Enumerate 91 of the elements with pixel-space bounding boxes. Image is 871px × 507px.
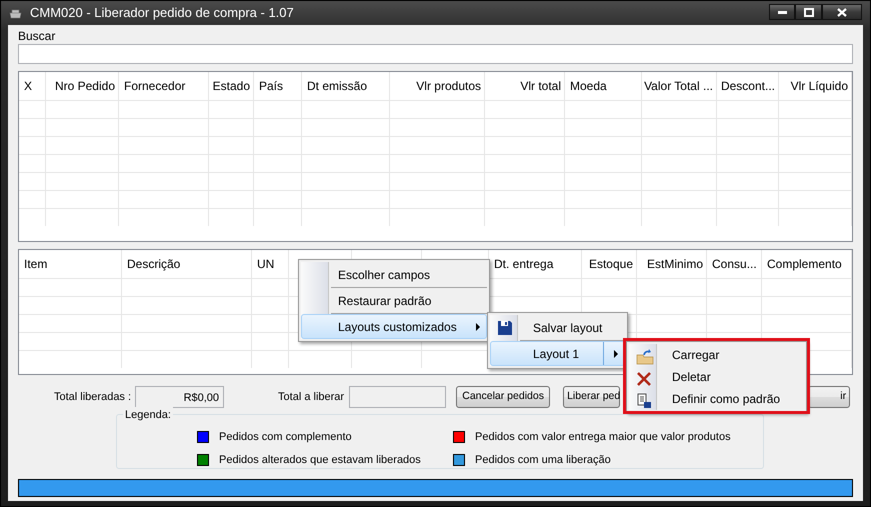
submenu-arrow-icon: [614, 350, 618, 358]
document-icon: [636, 393, 652, 409]
table-cell: [254, 118, 302, 136]
menu-item[interactable]: Restaurar padrão: [301, 288, 487, 313]
legend-label: Pedidos com complemento: [219, 430, 352, 445]
window-title: CMM020 - Liberador pedido de compra - 1.07: [30, 4, 294, 22]
table-cell: [637, 296, 707, 314]
column-header[interactable]: X: [19, 72, 46, 100]
column-header[interactable]: Complemento: [762, 250, 852, 278]
column-header[interactable]: Consu...: [707, 250, 762, 278]
submenu-arrow-icon: [476, 323, 480, 331]
total-released-field: R$0,00: [135, 386, 224, 408]
table-cell: [637, 314, 707, 332]
table-cell: [209, 154, 254, 172]
table-cell: [707, 278, 762, 296]
total-released-label: Total liberadas :: [54, 390, 132, 405]
table-cell: [209, 208, 254, 226]
action-button[interactable]: Liberar ped: [563, 386, 620, 408]
menu-item[interactable]: Layouts customizados: [301, 314, 487, 339]
table-cell: [717, 190, 779, 208]
column-header[interactable]: Dt emissão: [302, 72, 390, 100]
table-cell: [707, 314, 762, 332]
column-header[interactable]: Vlr total: [485, 72, 565, 100]
table-cell: [717, 100, 779, 118]
column-header[interactable]: Descrição: [122, 250, 252, 278]
column-header[interactable]: Vlr Líquido: [779, 72, 852, 100]
legend-title: Legenda:: [123, 407, 173, 424]
maximize-button[interactable]: [795, 4, 822, 20]
table-cell: [252, 332, 289, 350]
table-cell: [209, 136, 254, 154]
menu-item[interactable]: Carregar: [629, 344, 804, 366]
table-cell: [209, 118, 254, 136]
column-header[interactable]: Fornecedor: [119, 72, 209, 100]
search-field[interactable]: [18, 44, 853, 64]
column-header[interactable]: País: [254, 72, 302, 100]
table-cell: [289, 350, 352, 368]
action-button[interactable]: ir: [808, 386, 850, 408]
search-label: Buscar: [18, 28, 56, 44]
table-cell: [717, 118, 779, 136]
column-header[interactable]: UN: [252, 250, 289, 278]
minimize-icon: [778, 10, 786, 14]
menu-item[interactable]: Salvar layout: [490, 315, 625, 340]
legend-label: Pedidos com uma liberação: [475, 452, 611, 468]
table-cell: [19, 172, 46, 190]
legend-label: Pedidos com valor entrega maior que valor produtos: [475, 430, 731, 445]
total-to-release-label: Total a liberar: [278, 390, 344, 405]
table-cell: [254, 154, 302, 172]
column-header[interactable]: Estado: [209, 72, 254, 100]
menu-item[interactable]: Definir como padrão: [629, 388, 804, 410]
table-cell: [254, 100, 302, 118]
table-cell: [19, 136, 46, 154]
table-cell: [19, 154, 46, 172]
table-cell: [209, 172, 254, 190]
table-cell: [254, 136, 302, 154]
table-cell: [209, 100, 254, 118]
table-cell: [209, 190, 254, 208]
menu-item[interactable]: Deletar: [629, 366, 804, 388]
column-header[interactable]: Nro Pedido: [46, 72, 119, 100]
app-icon: [9, 8, 22, 20]
close-button[interactable]: [822, 4, 862, 20]
table-cell: [717, 154, 779, 172]
table-cell: [254, 208, 302, 226]
column-header[interactable]: EstMinimo: [637, 250, 707, 278]
table-cell: [717, 172, 779, 190]
table-cell: [717, 136, 779, 154]
menu-item[interactable]: Layout 1: [490, 341, 625, 366]
legend-label: Pedidos alterados que estavam liberados: [219, 452, 421, 468]
table-cell: [19, 118, 46, 136]
menu-item[interactable]: Escolher campos: [301, 262, 487, 287]
action-button[interactable]: Cancelar pedidos: [456, 386, 550, 408]
column-header[interactable]: Vlr produtos: [390, 72, 485, 100]
minimize-button[interactable]: [769, 4, 795, 20]
table-cell: [19, 208, 46, 226]
column-header[interactable]: Valor Total ...: [642, 72, 717, 100]
table-cell: [637, 278, 707, 296]
column-header[interactable]: Item: [19, 250, 122, 278]
maximize-icon: [804, 8, 814, 16]
close-icon: [837, 8, 847, 16]
table-cell: [254, 172, 302, 190]
column-header[interactable]: Moeda: [565, 72, 642, 100]
table-cell: [707, 296, 762, 314]
column-header[interactable]: Estoque: [582, 250, 637, 278]
folder-icon: [636, 349, 654, 365]
table-cell: [19, 100, 46, 118]
table-cell: [717, 208, 779, 226]
delete-icon: [636, 371, 652, 387]
table-cell: [252, 350, 289, 368]
table-cell: [254, 190, 302, 208]
table-cell: [582, 278, 637, 296]
column-header[interactable]: Descont...: [717, 72, 779, 100]
table-cell: [19, 190, 46, 208]
